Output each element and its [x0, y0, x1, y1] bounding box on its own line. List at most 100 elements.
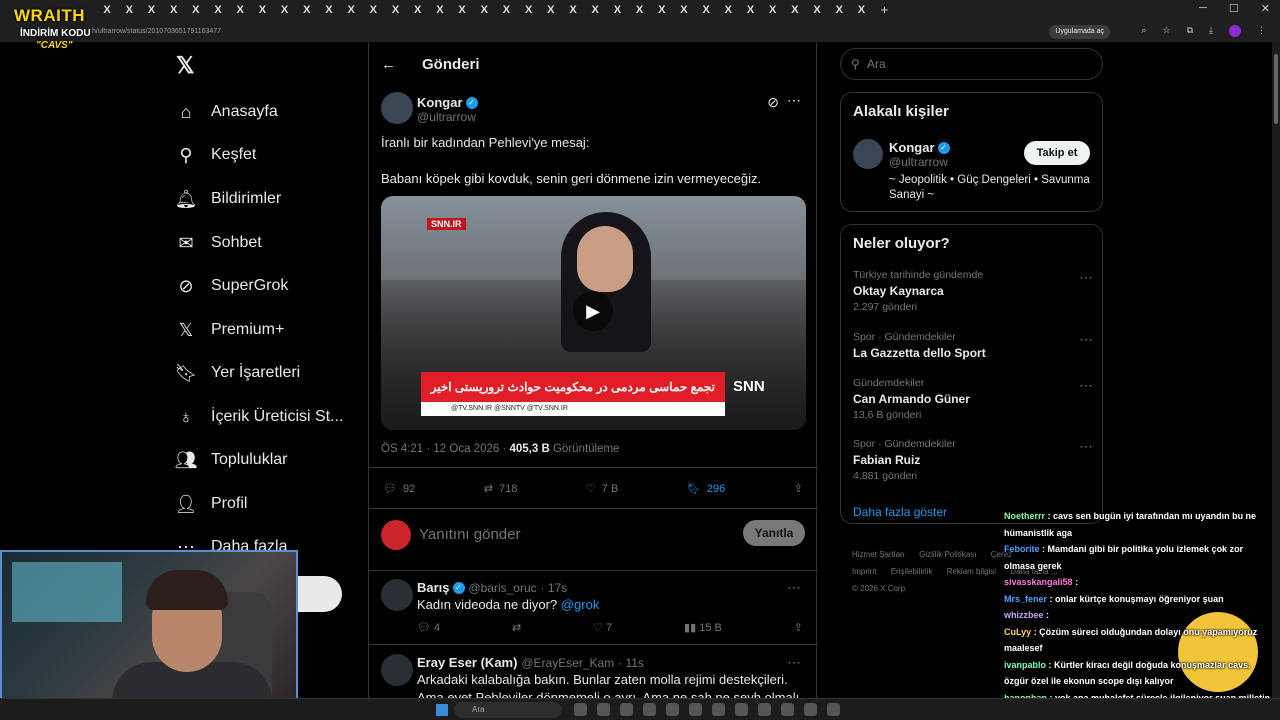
- zoom-icon[interactable]: ⌕: [1141, 25, 1146, 37]
- star-icon[interactable]: ☆: [1163, 25, 1171, 37]
- app-icon[interactable]: [804, 703, 817, 716]
- sidebar-item-supergrok[interactable]: ⊘ SuperGrok: [176, 274, 288, 298]
- show-more-link[interactable]: Daha fazla göster: [853, 505, 947, 519]
- scrollbar-thumb[interactable]: [1274, 54, 1278, 124]
- trend-item[interactable]: Spor · Gündemdekiler Fabian Ruiz 4.881 g…: [853, 438, 1093, 482]
- tab[interactable]: X: [473, 2, 495, 18]
- reply-author-handle[interactable]: @ErayEser_Kam: [521, 656, 614, 670]
- reply-age[interactable]: · 11s: [618, 656, 644, 670]
- tab[interactable]: X: [140, 2, 162, 18]
- x-logo-icon[interactable]: 𝕏: [176, 52, 195, 79]
- bookmark-action[interactable]: 🔖︎ 296: [687, 482, 725, 496]
- tab[interactable]: X: [806, 2, 828, 18]
- reply-author-name[interactable]: Eray Eser (Kam): [417, 655, 517, 670]
- trend-item[interactable]: Gündemdekiler Can Armando Güner 13,6 B g…: [853, 377, 1093, 421]
- reply-action[interactable]: 💬︎ 92: [383, 482, 415, 496]
- tab[interactable]: X: [207, 2, 229, 18]
- tab[interactable]: X: [518, 2, 540, 18]
- app-icon[interactable]: [827, 703, 840, 716]
- reply-input[interactable]: Yanıtını gönder: [419, 526, 520, 543]
- app-icon[interactable]: [735, 703, 748, 716]
- sidebar-item-communities[interactable]: 👥︎ Topluluklar: [175, 448, 288, 472]
- sidebar-item-premium[interactable]: 𝕏 Premium+: [176, 318, 285, 342]
- back-arrow-icon[interactable]: ←: [381, 56, 396, 73]
- avatar[interactable]: [381, 579, 413, 611]
- tab[interactable]: X: [318, 2, 340, 18]
- tab[interactable]: X: [340, 2, 362, 18]
- like-action[interactable]: ♡ 7 B: [586, 482, 618, 496]
- address-bar[interactable]: h/ultrarrow/status/2010703651791163477: [86, 24, 1152, 40]
- tab[interactable]: X: [451, 2, 473, 18]
- more-options-icon[interactable]: ⋯: [1079, 438, 1093, 455]
- close-icon[interactable]: ✕: [1261, 2, 1270, 15]
- sidebar-item-creator-studio[interactable]: ♁ İçerik Üreticisi St...: [176, 405, 343, 429]
- tab[interactable]: X: [850, 2, 872, 18]
- reply-author-handle[interactable]: @baris_oruc: [468, 581, 536, 595]
- avatar[interactable]: [381, 92, 413, 124]
- tab[interactable]: X: [251, 2, 273, 18]
- tab[interactable]: X: [96, 2, 118, 18]
- reply-action[interactable]: 💬︎ 4: [417, 621, 440, 634]
- avatar[interactable]: [853, 139, 883, 169]
- taskbar-search[interactable]: Ara: [454, 702, 562, 718]
- sidebar-item-profile[interactable]: 👤︎ Profil: [175, 492, 248, 516]
- app-icon[interactable]: [689, 703, 702, 716]
- share-action[interactable]: ⇪: [794, 482, 803, 495]
- tab[interactable]: X: [118, 2, 140, 18]
- trend-item[interactable]: Türkiye tarihinde gündemde Oktay Kaynarc…: [853, 269, 1093, 313]
- reply-button[interactable]: Yanıtla: [743, 520, 805, 546]
- tab[interactable]: X: [540, 2, 562, 18]
- tab[interactable]: X: [163, 2, 185, 18]
- download-icon[interactable]: ⤓: [1209, 25, 1213, 37]
- more-options-icon[interactable]: ⋯: [1079, 377, 1093, 394]
- app-icon[interactable]: [758, 703, 771, 716]
- page-scrollbar[interactable]: [1272, 42, 1280, 698]
- sidebar-item-chat[interactable]: ✉ Sohbet: [176, 231, 261, 255]
- menu-icon[interactable]: ⋮: [1257, 25, 1266, 37]
- new-tab-button[interactable]: +: [881, 2, 889, 20]
- app-icon[interactable]: [666, 703, 679, 716]
- tab[interactable]: X: [296, 2, 318, 18]
- follow-button[interactable]: Takip et: [1024, 141, 1090, 165]
- search-input[interactable]: ⚲ Ara: [840, 48, 1103, 80]
- profile-avatar[interactable]: [1229, 25, 1241, 37]
- sidebar-item-home[interactable]: ⌂ Anasayfa: [176, 100, 278, 124]
- sidebar-item-notifications[interactable]: 🔔︎ Bildirimler: [175, 187, 282, 211]
- more-options-icon[interactable]: ⋯: [1079, 331, 1093, 348]
- tab[interactable]: X: [717, 2, 739, 18]
- tab[interactable]: X: [762, 2, 784, 18]
- windows-start-icon[interactable]: [436, 704, 448, 716]
- avatar[interactable]: [381, 654, 413, 686]
- footer-link[interactable]: Hizmet Şartları: [852, 550, 905, 559]
- repost-action[interactable]: ⇄ 718: [484, 482, 518, 496]
- app-icon[interactable]: [712, 703, 725, 716]
- tab[interactable]: X: [429, 2, 451, 18]
- reply-author-name[interactable]: Barış: [417, 580, 450, 595]
- tab[interactable]: X: [695, 2, 717, 18]
- app-icon[interactable]: [574, 703, 587, 716]
- play-icon[interactable]: ▶: [573, 291, 613, 331]
- tab[interactable]: X: [562, 2, 584, 18]
- tab[interactable]: X: [651, 2, 673, 18]
- extensions-icon[interactable]: ⧉: [1187, 25, 1193, 37]
- tab[interactable]: X: [407, 2, 429, 18]
- tab[interactable]: X: [584, 2, 606, 18]
- tab[interactable]: X: [495, 2, 517, 18]
- sidebar-item-explore[interactable]: ⚲ Keşfet: [176, 143, 256, 167]
- mention-link[interactable]: @grok: [561, 597, 600, 612]
- more-options-icon[interactable]: ⋯: [787, 654, 801, 671]
- app-icon[interactable]: [620, 703, 633, 716]
- open-in-app-button[interactable]: Uygulamada aç: [1049, 25, 1110, 39]
- more-options-icon[interactable]: ⋯: [1079, 269, 1093, 286]
- app-icon[interactable]: [643, 703, 656, 716]
- footer-link[interactable]: Imprint: [852, 567, 876, 576]
- related-name[interactable]: Kongar: [889, 140, 935, 155]
- tab[interactable]: X: [629, 2, 651, 18]
- video-player[interactable]: SNN.IR تجمع حماسی مردمی در محکومیت حوادث…: [381, 196, 806, 430]
- tab[interactable]: X: [784, 2, 806, 18]
- tab[interactable]: X: [229, 2, 251, 18]
- share-action[interactable]: ⇪: [794, 621, 803, 634]
- views-action[interactable]: ▮▮ 15 B: [684, 621, 722, 634]
- footer-link[interactable]: Erişilebilirlik: [891, 567, 933, 576]
- related-handle[interactable]: @ultrarrow: [889, 155, 948, 169]
